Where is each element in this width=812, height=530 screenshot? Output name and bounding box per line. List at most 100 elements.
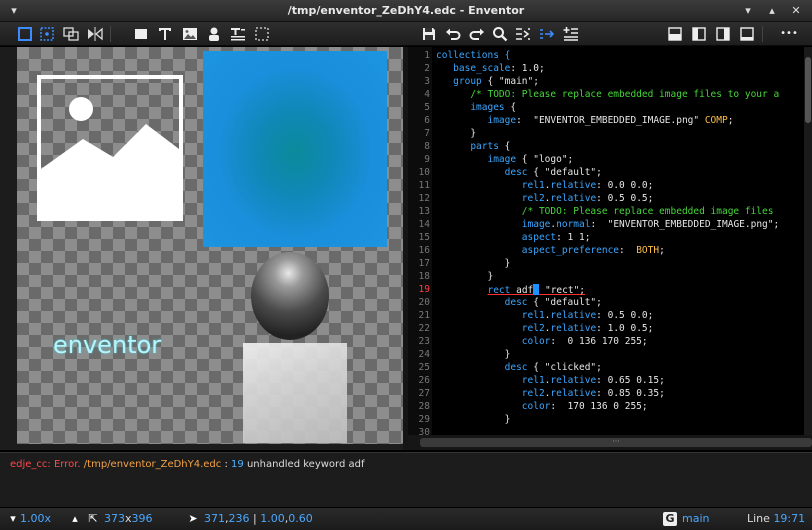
save-icon[interactable] [420,25,438,43]
code-line[interactable]: rel1.relative: 0.65 0.15; [436,375,665,386]
line-number: 7 [424,128,430,139]
code-line[interactable]: rel2.relative: 0.85 0.35; [436,388,665,399]
zoom-level[interactable]: 1.00x [20,512,51,525]
code-line[interactable]: } [436,258,511,269]
maximize-icon[interactable]: ▴ [764,3,780,19]
more-icon[interactable]: ••• [774,25,804,43]
line-number: 9 [424,154,430,165]
code-token: rel1 [436,180,545,191]
layout-left-icon[interactable] [690,25,708,43]
console-message: edje_cc: Error. /tmp/enventor_ZeDhY4.edc… [10,459,365,470]
rect-icon[interactable] [132,25,150,43]
code-token: image [436,219,551,230]
code-line[interactable]: rel1.relative: 0.5 0.0; [436,310,654,321]
swallow-icon[interactable] [62,25,80,43]
line-number: 18 [418,271,430,282]
code-token: } [436,414,511,425]
code-line[interactable]: base_scale: 1.0; [436,63,545,74]
zoom-icon[interactable]: ▾ [6,512,20,526]
code-token: : [619,245,637,256]
line-number: 20 [418,297,430,308]
layout-split-icon[interactable] [666,25,684,43]
code-line[interactable]: } [436,414,511,425]
code-line[interactable]: rect adf "rect"; [436,284,585,296]
swallow-object-icon[interactable] [205,25,223,43]
code-token: aspect [436,232,557,243]
code-token: : 1.0; [510,63,545,74]
error-file-path[interactable]: /tmp/enventor_ZeDhY4.edc [84,459,222,470]
code-line[interactable]: images { [436,102,516,113]
code-line[interactable]: } [436,128,476,139]
code-token: normal [556,219,591,230]
code-line[interactable]: image: "ENVENTOR_EMBEDDED_IMAGE.png" COM… [436,115,733,126]
image-icon[interactable] [181,25,199,43]
code-line[interactable]: desc { "clicked"; [436,362,602,373]
minimize-icon[interactable]: ▾ [740,3,756,19]
layout-right-icon[interactable] [714,25,732,43]
code-token: images [436,102,505,113]
code-token: : "ENVENTOR_EMBEDDED_IMAGE.png"; [590,219,780,230]
code-line[interactable]: image { "logo"; [436,154,573,165]
code-token: : 0.85 0.35; [596,388,665,399]
code-token: { "default"; [527,167,602,178]
code-line[interactable]: rel1.relative: 0.0 0.0; [436,180,654,191]
editor-vscrollbar[interactable] [804,47,812,435]
code-line[interactable]: image.normal: "ENVENTOR_EMBEDDED_IMAGE.p… [436,219,779,230]
part-highlight-icon[interactable] [38,25,56,43]
line-number: 8 [424,141,430,152]
code-line[interactable]: color: 170 136 0 255; [436,401,648,412]
expand-icon[interactable]: ▴ [68,512,82,526]
group-name[interactable]: main [682,512,709,525]
code-token: rel1 [436,375,545,386]
find-icon[interactable] [491,25,509,43]
view-size: 373x396 [104,512,153,525]
goto-icon[interactable] [514,25,532,43]
code-token: : "ENVENTOR_EMBEDDED_IMAGE.png" [516,115,705,126]
code-line[interactable]: aspect_preference: BOTH; [436,245,665,256]
code-token: desc [436,167,528,178]
code-token: color [436,401,551,412]
line-number: 4 [424,89,430,100]
line-number: 29 [418,414,430,425]
insert-template-icon[interactable] [562,25,580,43]
textblock-icon[interactable] [229,25,247,43]
code-line[interactable]: /* TODO: Please replace embedded image f… [436,89,779,100]
code-token: : 0.65 0.15; [596,375,665,386]
line-number: 16 [418,245,430,256]
redo-icon[interactable] [468,25,486,43]
code-line[interactable]: rel2.relative: 1.0 0.5; [436,323,654,334]
group-icon: G [663,512,677,526]
select-mode-icon[interactable] [16,25,34,43]
code-line[interactable]: group { "main"; [436,76,539,87]
line-number: 15 [418,232,430,243]
logo-image[interactable] [37,75,183,221]
code-token: /* TODO: Please replace embedded image f… [436,89,780,100]
cursor-position: 371,236 | 1.00,0.60 [204,512,313,525]
code-line[interactable]: rel2.relative: 0.5 0.5; [436,193,654,204]
code-line[interactable]: collections { [436,50,510,61]
live-view[interactable]: enventor [17,47,403,444]
mirror-icon[interactable] [86,25,104,43]
rect-part[interactable] [203,51,387,247]
code-line[interactable]: desc { "default"; [436,297,602,308]
code-line[interactable]: } [436,271,493,282]
line-number: 26 [418,375,430,386]
code-line[interactable]: } [436,349,511,360]
code-line[interactable]: color: 0 136 170 255; [436,336,648,347]
code-line[interactable]: desc { "default"; [436,167,602,178]
spacer-icon[interactable] [253,25,271,43]
code-line[interactable]: parts { [436,141,510,152]
editor-hscrollbar[interactable]: ··· [408,435,812,450]
undo-icon[interactable] [444,25,462,43]
text-icon[interactable] [156,25,174,43]
code-token: : 0 136 170 255; [550,336,648,347]
layout-console-icon[interactable] [738,25,756,43]
code-token: { [504,102,517,113]
error-line-number[interactable]: 19 [231,459,244,470]
code-editor[interactable]: 1 collections {2 base_scale: 1.0; 3 group … [408,47,812,435]
code-token: image [436,154,517,165]
code-line[interactable]: /* TODO: Please replace embedded image f… [436,206,774,217]
close-icon[interactable]: ✕ [788,3,804,19]
code-line[interactable]: aspect: 1 1; [436,232,591,243]
indent-icon[interactable] [538,25,556,43]
